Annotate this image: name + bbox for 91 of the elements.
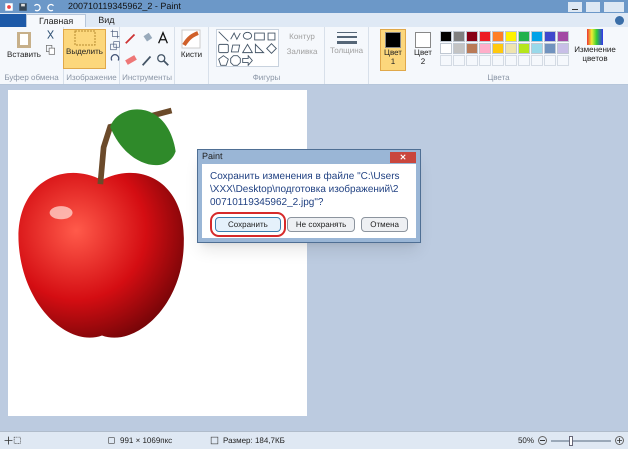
palette-swatch[interactable] bbox=[531, 43, 543, 54]
undo-icon[interactable] bbox=[32, 2, 42, 12]
edit-colors-button[interactable]: Изменение цветов bbox=[573, 29, 617, 63]
close-button[interactable] bbox=[390, 152, 416, 162]
shapes-gallery[interactable] bbox=[216, 29, 279, 67]
palette-swatch[interactable] bbox=[505, 43, 517, 54]
image-dimensions: 991 × 1069пкс bbox=[120, 434, 174, 446]
empty-swatch[interactable] bbox=[544, 55, 556, 66]
shape-icon[interactable] bbox=[218, 43, 229, 54]
brushes-button[interactable]: Кисти bbox=[180, 27, 202, 61]
text-icon[interactable] bbox=[156, 31, 170, 45]
zoom-out-button[interactable] bbox=[538, 436, 547, 445]
dialog-title: Paint bbox=[202, 150, 223, 164]
group-label: Буфер обмена bbox=[4, 72, 59, 84]
shape-icon[interactable] bbox=[230, 31, 241, 42]
shape-icon[interactable] bbox=[254, 31, 265, 42]
select-button[interactable]: Выделить bbox=[63, 29, 106, 69]
palette-swatch[interactable] bbox=[518, 31, 530, 42]
move-icon[interactable] bbox=[4, 436, 13, 445]
empty-swatch[interactable] bbox=[518, 55, 530, 66]
palette-swatch[interactable] bbox=[544, 31, 556, 42]
ribbon-tab[interactable]: Вид bbox=[86, 14, 127, 27]
palette-swatch[interactable] bbox=[453, 31, 465, 42]
zoom-level: 50% bbox=[518, 434, 534, 446]
window-title: 200710119345962_2 - Paint bbox=[68, 0, 181, 13]
color-swatch bbox=[415, 32, 431, 48]
empty-swatch[interactable] bbox=[492, 55, 504, 66]
crop-icon[interactable] bbox=[110, 29, 120, 39]
magnifier-icon[interactable] bbox=[156, 52, 170, 66]
palette-swatch[interactable] bbox=[531, 31, 543, 42]
palette-swatch[interactable] bbox=[557, 31, 569, 42]
palette-swatch[interactable] bbox=[505, 31, 517, 42]
selection-icon[interactable] bbox=[13, 436, 22, 445]
group-label: Фигуры bbox=[252, 72, 280, 84]
scissors-icon[interactable] bbox=[44, 29, 56, 40]
palette-swatch[interactable] bbox=[492, 43, 504, 54]
ribbon-tab[interactable]: Главная bbox=[26, 14, 86, 27]
color-slot-button[interactable]: Цвет 2 bbox=[410, 29, 436, 71]
selection-rectangle-icon bbox=[74, 30, 96, 46]
palette-swatch[interactable] bbox=[466, 31, 478, 42]
dialog-message: Сохранить изменения в файле "C:\Users\XXX\Desktop\подготовка изображений\200710119345962_2.jpg"? bbox=[210, 170, 400, 209]
close-button[interactable] bbox=[604, 2, 624, 12]
empty-swatch[interactable] bbox=[531, 55, 543, 66]
palette-swatch[interactable] bbox=[479, 31, 491, 42]
file-size: Размер: 184,7КБ bbox=[223, 434, 285, 446]
shape-icon[interactable] bbox=[254, 43, 265, 54]
shape-icon[interactable] bbox=[230, 55, 241, 66]
group-label: Изображение bbox=[66, 72, 117, 84]
paste-button[interactable]: Вставить bbox=[7, 29, 41, 61]
copy-icon[interactable] bbox=[44, 44, 56, 55]
shape-icon[interactable] bbox=[218, 31, 229, 42]
empty-swatch[interactable] bbox=[505, 55, 517, 66]
group-label: Цвета bbox=[487, 72, 510, 84]
resize-icon[interactable] bbox=[110, 41, 120, 51]
empty-swatch[interactable] bbox=[557, 55, 569, 66]
empty-swatch[interactable] bbox=[453, 55, 465, 66]
palette-swatch[interactable] bbox=[492, 31, 504, 42]
color-swatch bbox=[385, 32, 401, 48]
empty-swatch[interactable] bbox=[466, 55, 478, 66]
line-width-icon bbox=[336, 31, 356, 45]
rotate-icon[interactable] bbox=[110, 53, 120, 63]
close-icon bbox=[400, 154, 406, 160]
dialog-button[interactable]: Отмена bbox=[361, 217, 408, 232]
color-slot-button[interactable]: Цвет 1 bbox=[380, 29, 406, 71]
shape-icon[interactable] bbox=[242, 31, 253, 42]
empty-swatch[interactable] bbox=[479, 55, 491, 66]
palette-swatch[interactable] bbox=[466, 43, 478, 54]
shape-icon[interactable] bbox=[230, 43, 241, 54]
redo-icon[interactable] bbox=[46, 2, 56, 12]
shape-icon[interactable] bbox=[266, 31, 277, 42]
dialog-button[interactable]: Не сохранять bbox=[286, 217, 356, 232]
palette-swatch[interactable] bbox=[440, 43, 452, 54]
zoom-in-button[interactable] bbox=[615, 436, 624, 445]
shape-icon[interactable] bbox=[242, 43, 253, 54]
shape-icon[interactable] bbox=[266, 43, 277, 54]
help-icon[interactable] bbox=[615, 16, 624, 25]
palette-swatch[interactable] bbox=[544, 43, 556, 54]
palette-swatch[interactable] bbox=[518, 43, 530, 54]
rainbow-icon bbox=[587, 29, 603, 45]
palette-swatch[interactable] bbox=[557, 43, 569, 54]
palette-swatch[interactable] bbox=[479, 43, 491, 54]
minimize-button[interactable] bbox=[568, 2, 582, 12]
shape-icon[interactable] bbox=[218, 55, 229, 66]
group-label: Инструменты bbox=[122, 72, 172, 84]
slider-thumb[interactable] bbox=[569, 436, 573, 446]
pencil-icon[interactable] bbox=[124, 31, 138, 45]
shape-icon[interactable] bbox=[242, 55, 253, 66]
empty-swatch[interactable] bbox=[440, 55, 452, 66]
save-icon[interactable] bbox=[18, 2, 28, 12]
palette-swatch[interactable] bbox=[453, 43, 465, 54]
palette-swatch[interactable] bbox=[440, 31, 452, 42]
